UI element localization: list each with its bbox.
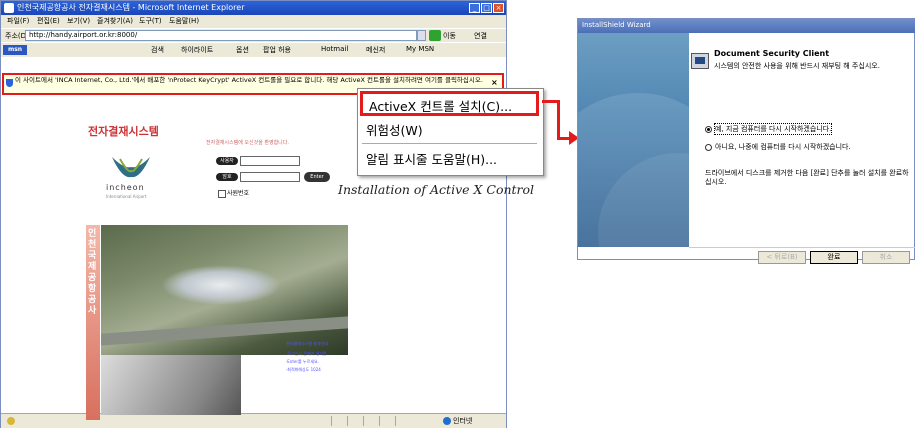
wizard-side-banner: [578, 33, 689, 247]
restart-later-label[interactable]: 아니요, 나중에 컴퓨터를 다시 시작하겠습니다.: [715, 142, 851, 152]
ie-links-toolbar: msn 검색 하이라이트 옵션 팝업 허용 Hotmail 메신저 My MSN: [1, 42, 506, 57]
infobar-message[interactable]: 이 사이트에서 'INCA Internet, Co., Ltd.'에서 배포한…: [15, 76, 485, 84]
restart-later-radio[interactable]: [705, 144, 712, 151]
footer-divider: [689, 247, 915, 248]
wizard-description: 시스템의 안전한 사용을 위해 반드시 재부팅 해 주십시오.: [714, 62, 880, 70]
go-button[interactable]: 이동: [443, 31, 456, 41]
figure-caption: Installation of Active X Control: [338, 182, 535, 197]
back-button[interactable]: < 뒤로(B): [758, 251, 806, 264]
menu-separator: [362, 143, 537, 144]
login-page: 전자결재시스템 전자결재시스템에 오신것을 환영합니다. incheon Int…: [86, 115, 348, 420]
page-status-icon: [7, 417, 15, 425]
status-cell: [395, 416, 410, 426]
wizard-titlebar[interactable]: InstallShield Wizard: [578, 19, 915, 33]
install-activex-label: ActiveX 컨트롤 설치(C)...: [369, 99, 513, 114]
maximize-icon[interactable]: □: [481, 3, 492, 13]
arrow-segment: [557, 100, 560, 140]
restart-now-radio[interactable]: [705, 126, 712, 133]
install-guide-link[interactable]: 전자결재시스템 설치안내: [286, 341, 328, 347]
ie-address-bar: 주소(D) http://handy.airport.or.kr:8000/ 이…: [1, 28, 506, 43]
airport-photo: [101, 225, 348, 355]
toolbar-highlight[interactable]: 하이라이트: [181, 45, 213, 55]
logo-subtext: International Airport: [106, 194, 147, 199]
page-title: 전자결재시스템: [88, 125, 159, 138]
internet-zone-icon: [443, 417, 451, 425]
shield-icon: [6, 79, 13, 87]
wizard-note: 드라이브에서 디스크를 제거한 다음 [완료] 단추를 눌러 설치를 완료하십시…: [705, 169, 909, 186]
status-cell: [379, 416, 394, 426]
status-cell: [347, 416, 362, 426]
internet-zone-label: 인터넷: [453, 417, 473, 425]
info-link[interactable]: ·최적화해상도 1024: [286, 367, 321, 373]
msn-logo[interactable]: msn: [3, 45, 27, 55]
welcome-text: 전자결재시스템에 오신것을 환영합니다.: [206, 140, 289, 146]
toolbar-messenger[interactable]: 메신저: [366, 45, 385, 55]
menu-favorites[interactable]: 즐겨찾기(A): [97, 16, 133, 26]
install-activex-menu-item[interactable]: ActiveX 컨트롤 설치(C)...: [360, 91, 539, 116]
userid-label: 사용자: [216, 157, 238, 165]
ie-logo-icon: [4, 3, 14, 13]
cancel-button[interactable]: 취소: [862, 251, 910, 264]
menu-help[interactable]: 도움말(H): [169, 16, 199, 26]
menu-edit[interactable]: 편집(E): [37, 16, 60, 26]
menu-file[interactable]: 파일(F): [7, 16, 29, 26]
wizard-title: InstallShield Wizard: [582, 21, 651, 29]
toolbar-hotmail[interactable]: Hotmail: [321, 45, 348, 53]
installshield-wizard: InstallShield Wizard Document Security C…: [577, 18, 915, 264]
password-label: 암호: [216, 173, 238, 181]
terminal-image: [161, 265, 281, 305]
risk-menu-item[interactable]: 위험성(W): [366, 120, 536, 139]
userid-input[interactable]: [240, 156, 300, 166]
menu-tools[interactable]: 도구(T): [139, 16, 162, 26]
address-input[interactable]: http://handy.airport.or.kr:8000/: [25, 30, 417, 41]
status-cell: [363, 416, 378, 426]
ie-menubar: 파일(F) 편집(E) 보기(V) 즐겨찾기(A) 도구(T) 도움말(H): [1, 15, 506, 28]
info-link[interactable]: ·로그인시 문제가 생기면: [286, 351, 327, 357]
info-link[interactable]: ·Enter를 누르세요.: [286, 359, 319, 365]
ie-titlebar[interactable]: 인천국제공항공사 전자결재시스템 - Microsoft Internet Ex…: [1, 1, 506, 15]
logo-text: incheon: [106, 183, 145, 192]
side-banner-text: 인천국제공항공사: [88, 229, 97, 316]
finish-button[interactable]: 완료: [810, 251, 858, 264]
computer-icon: [691, 53, 709, 69]
address-dropdown-icon[interactable]: [417, 30, 426, 41]
toolbar-options[interactable]: 옵션: [236, 45, 249, 55]
toolbar-search[interactable]: 검색: [151, 45, 164, 55]
enter-button[interactable]: Enter: [304, 172, 330, 182]
go-arrow-icon[interactable]: [429, 30, 441, 41]
password-input[interactable]: [240, 172, 300, 182]
links-label[interactable]: 연결: [474, 31, 487, 41]
keyboard-photo: [101, 355, 241, 415]
incheon-logo: [112, 157, 150, 178]
restart-now-label[interactable]: 예, 지금 컴퓨터를 다시 시작하겠습니다.: [713, 123, 833, 135]
close-icon[interactable]: ×: [493, 3, 504, 13]
ie-window-title: 인천국제공항공사 전자결재시스템 - Microsoft Internet Ex…: [17, 3, 245, 12]
side-banner: 인천국제공항공사: [86, 225, 100, 420]
menu-view[interactable]: 보기(V): [67, 16, 90, 26]
infobar-help-menu-item[interactable]: 알림 표시줄 도움말(H)...: [366, 149, 536, 168]
save-id-checkbox[interactable]: [218, 190, 226, 198]
infobar-close-icon[interactable]: ×: [491, 78, 498, 87]
activex-context-menu: ActiveX 컨트롤 설치(C)... 위험성(W) 알림 표시줄 도움말(H…: [357, 88, 544, 176]
save-id-label: 사원번호: [227, 190, 250, 197]
toolbar-mymsn[interactable]: My MSN: [406, 45, 434, 53]
toolbar-popup[interactable]: 팝업 허용: [263, 45, 291, 55]
wizard-heading: Document Security Client: [714, 49, 830, 58]
minimize-icon[interactable]: _: [469, 3, 480, 13]
